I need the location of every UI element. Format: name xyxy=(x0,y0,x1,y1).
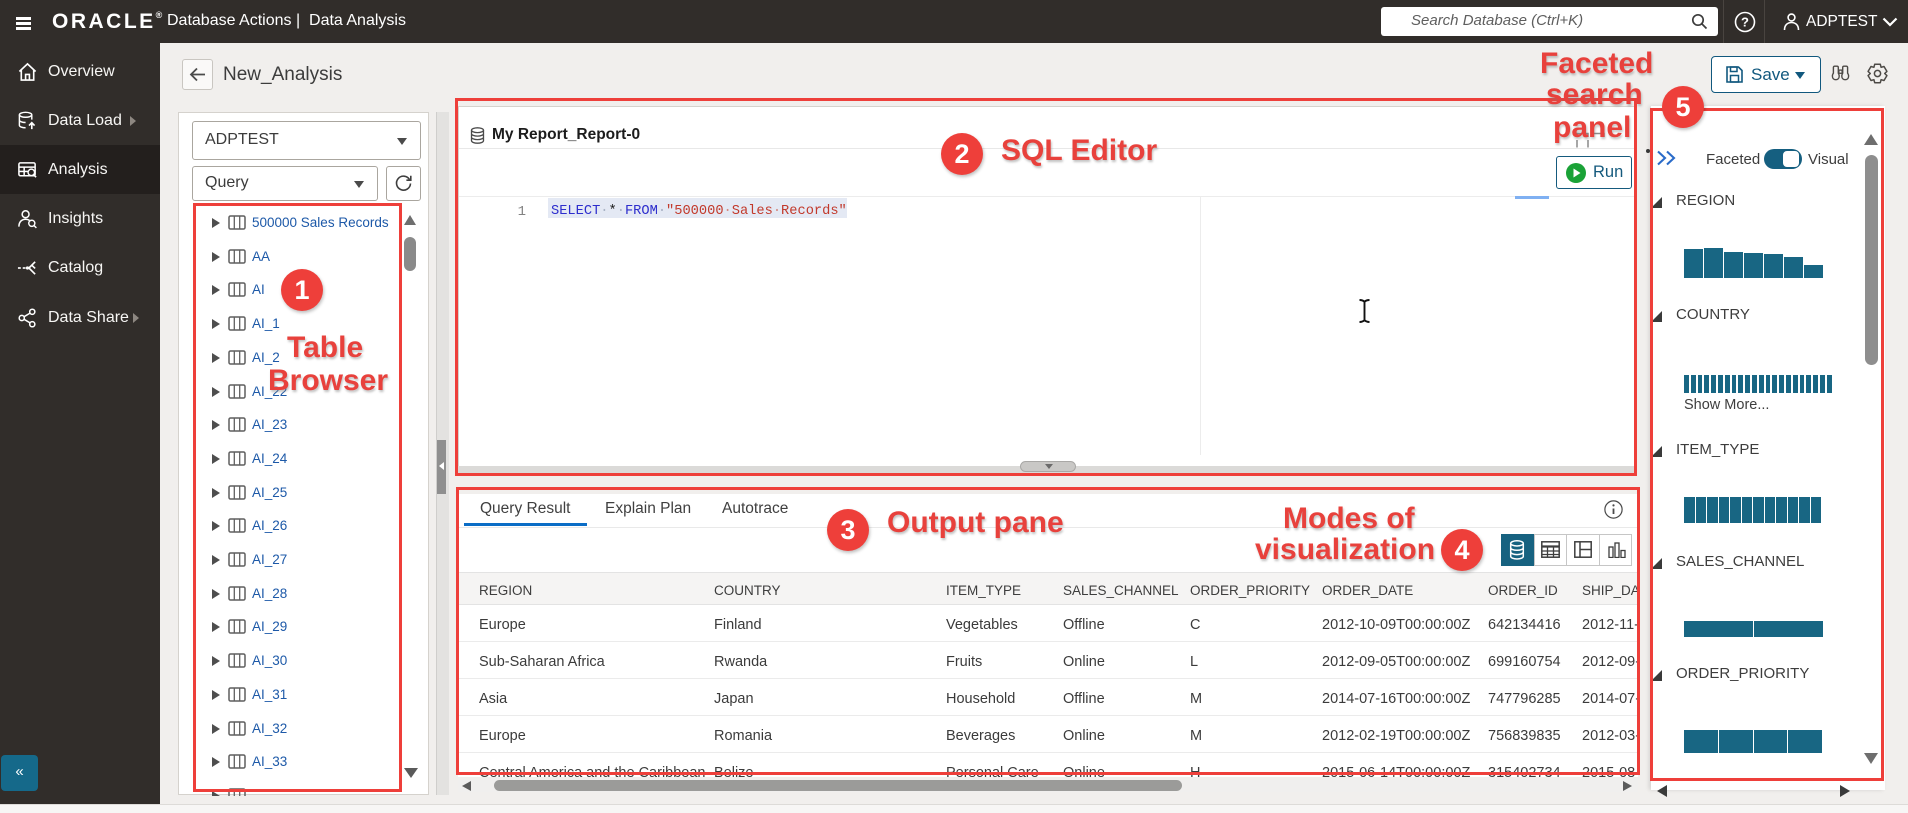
svg-text:?: ? xyxy=(1741,15,1749,30)
